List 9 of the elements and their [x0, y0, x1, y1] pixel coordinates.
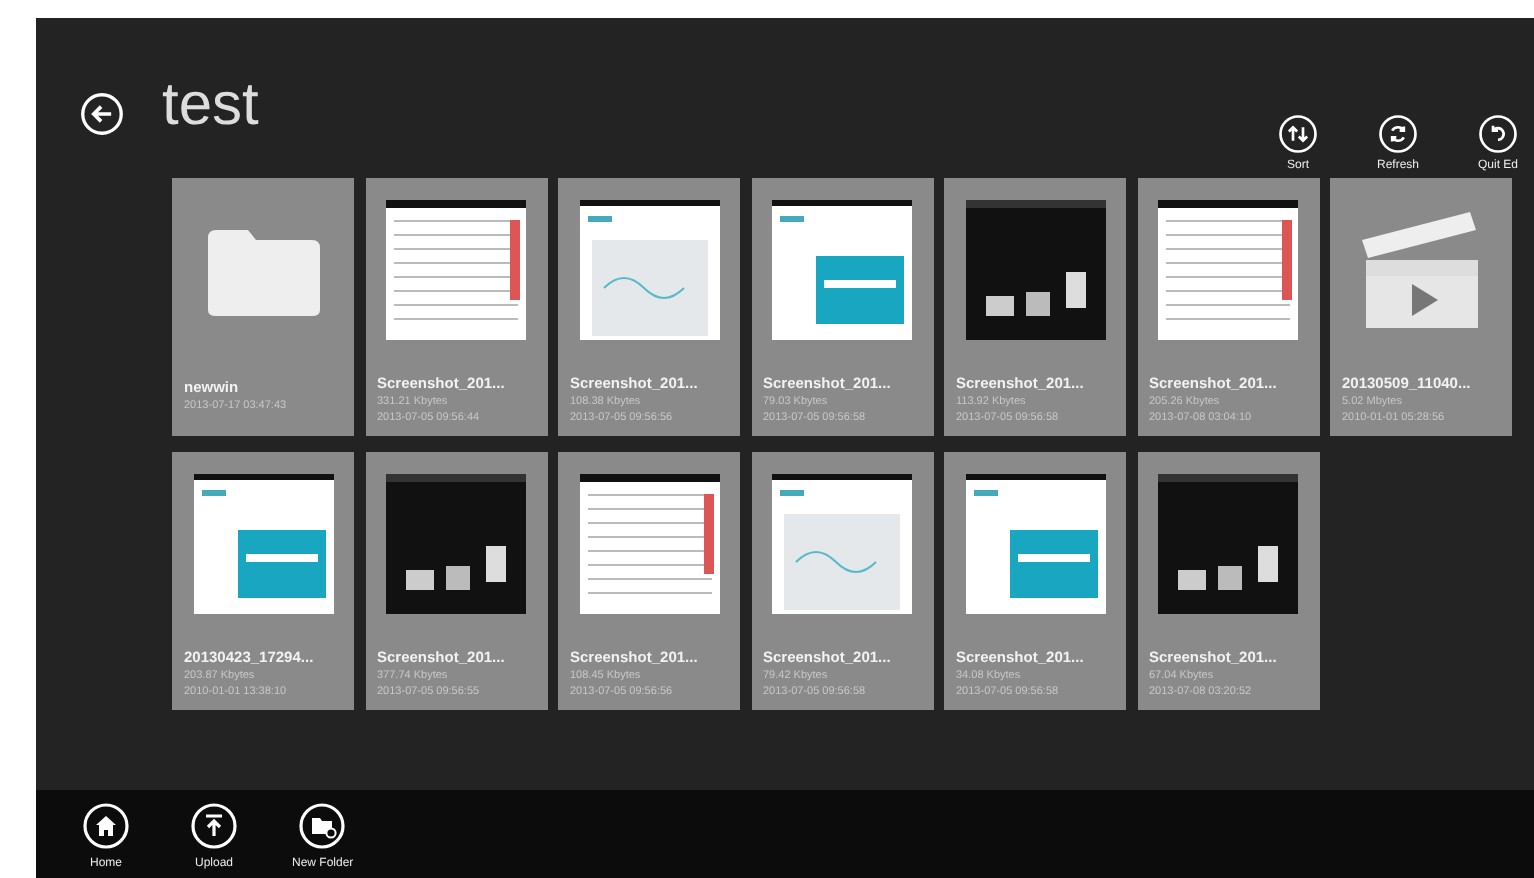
new-folder-icon [298, 802, 347, 850]
folder-title: test [162, 72, 259, 140]
refresh-icon [1378, 114, 1418, 154]
folder-icon [203, 226, 323, 318]
sort-icon [1278, 114, 1318, 154]
back-button[interactable] [80, 92, 124, 136]
upload-icon [190, 802, 238, 850]
home-icon [82, 802, 130, 850]
undo-icon [1478, 114, 1518, 154]
